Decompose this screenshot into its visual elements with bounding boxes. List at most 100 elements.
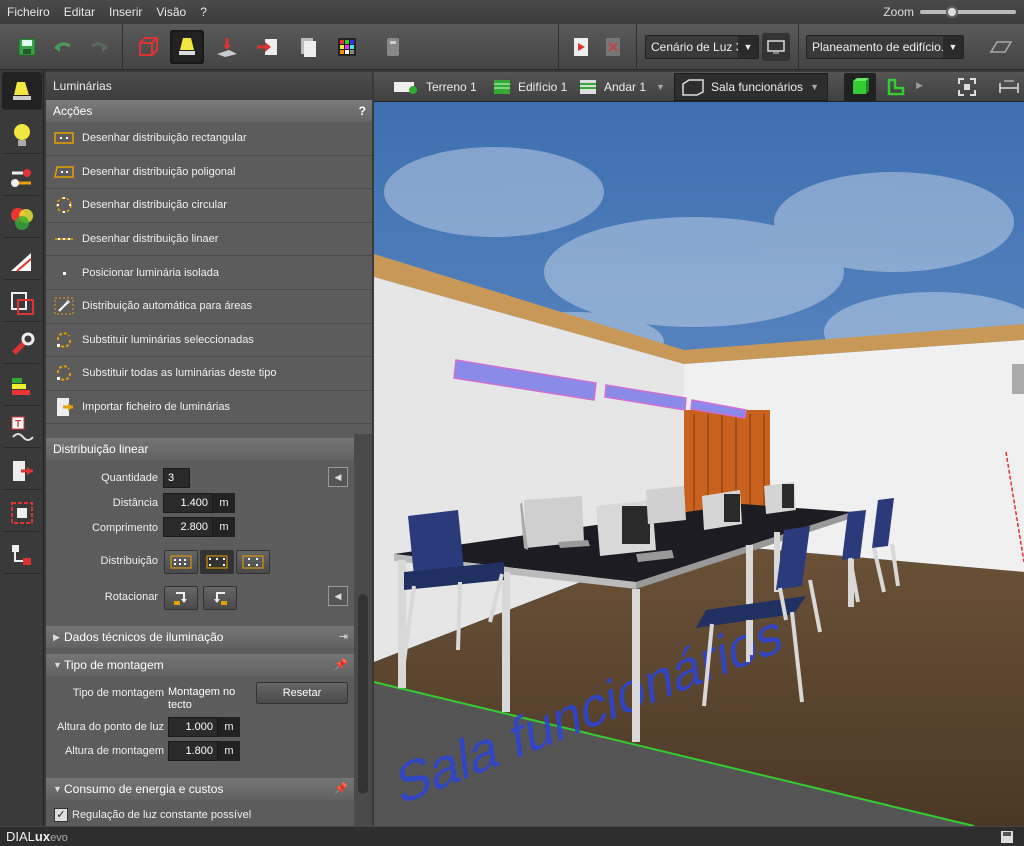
chevron-down-icon: ▼ <box>738 36 758 58</box>
ruler-icon[interactable] <box>984 30 1018 64</box>
screen-capture-icon[interactable] <box>2 494 42 532</box>
breadcrumb-building[interactable]: Edifício 1 <box>492 72 567 102</box>
length-unit: m <box>213 517 235 537</box>
distance-input[interactable]: 1.400 <box>163 493 213 513</box>
svg-text:T: T <box>15 419 21 430</box>
floorplan-icon <box>887 78 905 96</box>
menu-visao[interactable]: Visão <box>149 0 193 24</box>
panel-scrollbar[interactable] <box>354 434 372 826</box>
luminaire-tool-icon[interactable] <box>170 30 204 64</box>
room-label: Sala funcionários <box>711 80 804 94</box>
quantity-input[interactable]: 3 <box>163 468 190 488</box>
action-rect-distribution[interactable]: Desenhar distribuição rectangular <box>46 122 372 156</box>
menu-editar[interactable]: Editar <box>57 0 102 24</box>
panel-scroll-thumb[interactable] <box>358 594 368 794</box>
action-linear-distribution[interactable]: Desenhar distribuição linaer <box>46 223 372 257</box>
luminaires-panel: Luminárias Acções ? Desenhar distribuiçã… <box>46 72 372 826</box>
tech-data-header[interactable]: ▶ Dados técnicos de iluminação ⇥ <box>46 626 354 648</box>
calculation-surface-icon[interactable] <box>210 30 244 64</box>
linear-distribution-icon <box>54 232 74 246</box>
distance-label: Distância <box>112 497 158 509</box>
save-icon[interactable] <box>10 30 44 64</box>
replace-all-icon <box>54 365 74 382</box>
pin-icon[interactable]: 📌 <box>334 654 348 676</box>
undo-icon[interactable] <box>46 30 80 64</box>
measure-icon[interactable] <box>996 76 1022 98</box>
help-icon[interactable]: ? <box>359 100 366 122</box>
zoom-slider[interactable] <box>920 6 1016 18</box>
length-label: Comprimento <box>91 522 158 534</box>
colors-icon[interactable] <box>2 200 42 238</box>
luminaires-mode-icon[interactable] <box>2 72 42 110</box>
circular-distribution-icon <box>54 197 74 214</box>
pin-icon[interactable]: ⇥ <box>339 626 348 648</box>
redo-icon[interactable] <box>82 30 116 64</box>
room-selection-icon[interactable] <box>2 284 42 322</box>
device-icon[interactable] <box>376 30 410 64</box>
export-icon[interactable] <box>250 30 284 64</box>
hierarchy-icon[interactable] <box>2 536 42 574</box>
panel-title: Luminárias <box>46 72 372 100</box>
chevron-right-icon[interactable]: ▶ <box>916 80 923 91</box>
distribution-grid-button[interactable] <box>164 550 198 574</box>
menu-ficheiro[interactable]: Ficheiro <box>0 0 57 24</box>
view-breadcrumb-bar: Terreno 1 Edifício 1 Andar 1 ▼ Sala func… <box>374 72 1024 102</box>
mounting-header[interactable]: ▼ Tipo de montagem 📌 <box>46 654 354 676</box>
color-palette-icon[interactable] <box>330 30 364 64</box>
breadcrumb-terrain[interactable]: Terreno 1 <box>392 72 477 102</box>
constant-light-checkbox[interactable]: ✓ <box>54 808 68 822</box>
breadcrumb-floor[interactable]: Andar 1 ▼ <box>578 72 665 102</box>
reset-button[interactable]: Resetar <box>256 682 348 704</box>
planning-mode-dropdown[interactable]: Planeamento de edifício... ▼ <box>806 35 964 59</box>
action-circular-distribution[interactable]: Desenhar distribuição circular <box>46 189 372 223</box>
output-page-icon[interactable] <box>2 452 42 490</box>
single-luminaire-icon <box>54 266 74 280</box>
action-replace-all-type[interactable]: Substituir todas as luminárias deste tip… <box>46 357 372 391</box>
expand-triangle-icon: ▶ <box>53 632 60 642</box>
energy-icon[interactable] <box>2 368 42 406</box>
stop-scenario-icon[interactable] <box>596 30 630 64</box>
tools-icon[interactable] <box>2 326 42 364</box>
collapse-arrow-icon[interactable]: ◀ <box>328 586 348 606</box>
action-label: Desenhar distribuição poligonal <box>82 165 236 178</box>
light-point-height-input[interactable]: 1.000 <box>168 717 218 737</box>
menu-help[interactable]: ? <box>193 0 214 24</box>
light-scene-dropdown[interactable]: Cenário de Luz 3 ▼ <box>645 35 759 59</box>
brand-logo: DIALuxevo <box>6 829 68 844</box>
breadcrumb-room[interactable]: Sala funcionários ▼ <box>674 73 828 101</box>
rotate-right-button[interactable] <box>203 586 237 610</box>
3d-viewport[interactable]: Sala funcionários <box>374 102 1024 826</box>
documentation-icon[interactable]: T <box>2 410 42 448</box>
menu-inserir[interactable]: Inserir <box>102 0 149 24</box>
rotate-left-button[interactable] <box>164 586 198 610</box>
distribution-corner-button[interactable] <box>200 550 234 574</box>
3d-view-button[interactable] <box>844 73 876 101</box>
lightbulb-icon[interactable] <box>2 116 42 154</box>
mounting-height-input[interactable]: 1.800 <box>168 741 218 761</box>
status-save-icon[interactable] <box>1000 830 1014 844</box>
zoom-slider-thumb[interactable] <box>946 6 958 18</box>
energy-header[interactable]: ▼ Consumo de energia e custos 📌 <box>46 778 354 800</box>
collapse-arrow-icon[interactable]: ◀ <box>328 467 348 487</box>
construction-cube-icon[interactable] <box>130 30 164 64</box>
polygon-distribution-icon <box>54 165 74 179</box>
floorplan-view-button[interactable] <box>880 73 912 101</box>
action-single-luminaire[interactable]: Posicionar luminária isolada <box>46 256 372 290</box>
pin-icon[interactable]: 📌 <box>334 778 348 800</box>
building-icon <box>494 80 510 94</box>
action-auto-distribution[interactable]: Distribuição automática para áreas <box>46 290 372 324</box>
room-icon <box>682 79 704 96</box>
floor-icon <box>580 80 596 94</box>
action-import-luminaire-file[interactable]: Importar ficheiro de luminárias <box>46 391 372 425</box>
fit-view-icon[interactable] <box>954 76 980 98</box>
play-scenario-icon[interactable] <box>564 30 598 64</box>
action-polygon-distribution[interactable]: Desenhar distribuição poligonal <box>46 156 372 190</box>
distribution-edge-button[interactable] <box>236 550 270 574</box>
presentation-icon[interactable] <box>762 33 790 61</box>
light-control-icon[interactable] <box>2 158 42 196</box>
documents-icon[interactable] <box>290 30 324 64</box>
mount-type-value: Montagem no tecto <box>168 686 236 711</box>
action-replace-selected[interactable]: Substituir luminárias seleccionadas <box>46 324 372 358</box>
length-input[interactable]: 2.800 <box>163 517 213 537</box>
daylight-icon[interactable] <box>2 242 42 280</box>
